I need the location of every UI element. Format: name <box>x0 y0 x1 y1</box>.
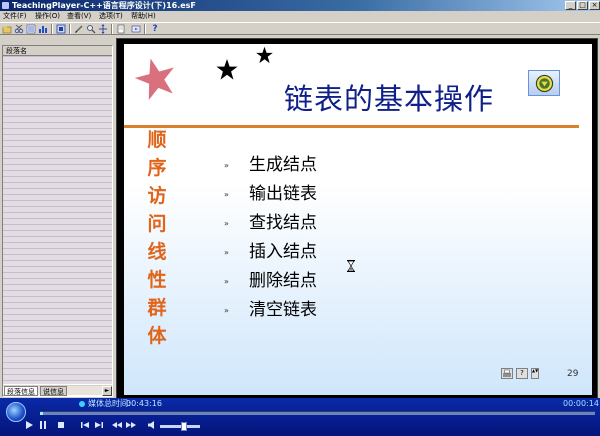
media-total-label: 媒体总时间: <box>88 399 131 408</box>
bullet-icon: » <box>224 277 229 286</box>
small-star-icon <box>216 58 238 80</box>
vertical-char: 线 <box>147 241 167 263</box>
small-star-icon <box>256 46 273 64</box>
progress-track[interactable] <box>40 411 595 415</box>
bullet-icon: » <box>224 219 229 228</box>
bullet-text: 删除结点 <box>249 271 317 291</box>
prev-icon[interactable] <box>80 420 90 430</box>
list-item: » 输出链表 <box>224 180 424 209</box>
speaker-icon[interactable] <box>147 420 157 430</box>
list-icon[interactable] <box>26 24 36 34</box>
window-title: TeachingPlayer-C++语言程序设计(下)16.esF <box>12 1 196 10</box>
open-icon[interactable] <box>2 24 12 34</box>
bullet-text: 查找结点 <box>249 213 317 233</box>
slide: 链表的基本操作 顺 序 访 问 线 性 群 体 » 生成结点 » 输出链表 » … <box>124 44 592 395</box>
menu-file[interactable]: 文件(F) <box>3 11 27 22</box>
vertical-char: 群 <box>147 297 167 319</box>
bullet-text: 生成结点 <box>249 155 317 175</box>
list-item: » 生成结点 <box>224 151 424 180</box>
panel-tabs: 段落信息 说信息 <box>2 386 113 397</box>
bullet-text: 清空链表 <box>249 300 317 320</box>
menu-options[interactable]: 选项(T) <box>99 11 123 22</box>
slide-viewport: 链表的基本操作 顺 序 访 问 线 性 群 体 » 生成结点 » 输出链表 » … <box>116 38 598 400</box>
doc-icon[interactable] <box>116 24 126 34</box>
vertical-char: 顺 <box>147 129 167 151</box>
volume-slider[interactable] <box>160 425 200 428</box>
vertical-char: 体 <box>147 325 167 347</box>
capture-icon[interactable] <box>56 24 66 34</box>
pen-icon[interactable] <box>74 24 84 34</box>
menu-operate[interactable]: 操作(O) <box>35 11 60 22</box>
vertical-char: 问 <box>147 213 167 235</box>
search-icon[interactable] <box>86 24 96 34</box>
toolbar: ? <box>0 22 600 35</box>
toolbar-separator <box>51 24 53 34</box>
large-star-icon <box>134 58 174 100</box>
close-button[interactable]: × <box>589 1 600 10</box>
rewind-icon[interactable] <box>112 420 122 430</box>
app-icon <box>2 2 9 9</box>
move-icon[interactable] <box>98 24 108 34</box>
hourglass-cursor-icon <box>347 260 355 272</box>
title-rule <box>124 125 579 128</box>
forward-icon[interactable] <box>126 420 136 430</box>
help-icon[interactable]: ? <box>150 24 160 34</box>
progress-fill <box>40 412 43 415</box>
tab-notes-info[interactable]: 说信息 <box>40 386 67 396</box>
export-icon[interactable] <box>131 24 141 34</box>
list-item: » 清空链表 <box>224 296 424 325</box>
maximize-button[interactable]: □ <box>577 1 588 10</box>
minimize-button[interactable]: _ <box>565 1 576 10</box>
page-number: 29 <box>567 369 579 379</box>
cut-icon[interactable] <box>14 24 24 34</box>
section-list-header: 段落名 <box>3 46 112 56</box>
list-item: » 查找结点 <box>224 209 424 238</box>
printer-icon[interactable] <box>501 368 513 379</box>
bullet-text: 输出链表 <box>249 184 317 204</box>
logo-badge <box>528 70 560 96</box>
player-bar: 媒体总时间: 00:43:16 00:00:14 <box>0 398 600 436</box>
stop-icon[interactable] <box>56 420 66 430</box>
list-item: » 插入结点 <box>224 238 424 267</box>
vertical-heading: 顺 序 访 问 线 性 群 体 <box>144 126 170 350</box>
section-list[interactable] <box>3 56 112 384</box>
help-box-icon[interactable]: ? <box>516 368 528 379</box>
list-item: » 删除结点 <box>224 267 424 296</box>
next-icon[interactable] <box>94 420 104 430</box>
toolbar-separator <box>69 24 71 34</box>
section-panel: 段落名 ◄ ► <box>2 45 113 397</box>
slide-title: 链表的基本操作 <box>284 82 495 116</box>
bullet-icon: » <box>224 248 229 257</box>
bullet-icon: » <box>224 306 229 315</box>
status-indicator-icon <box>79 401 85 407</box>
current-time: 00:00:14 <box>563 399 599 408</box>
vertical-char: 访 <box>147 185 167 207</box>
spin-icon[interactable]: ▲▼ <box>531 368 539 379</box>
menu-help[interactable]: 帮助(H) <box>131 11 156 22</box>
bullet-list: » 生成结点 » 输出链表 » 查找结点 » 插入结点 » 删除结点 » 清空链表 <box>224 151 424 325</box>
logo-emblem-icon <box>535 74 554 93</box>
play-icon[interactable] <box>24 420 34 430</box>
media-total-time: 00:43:16 <box>126 399 162 408</box>
player-logo-icon <box>6 402 26 422</box>
bullet-icon: » <box>224 161 229 170</box>
bullet-icon: » <box>224 190 229 199</box>
toolbar-separator <box>144 24 146 34</box>
vertical-char: 性 <box>147 269 167 291</box>
bars-icon[interactable] <box>38 24 48 34</box>
app-window: TeachingPlayer-C++语言程序设计(下)16.esF _ □ × … <box>0 0 600 436</box>
menu-bar: 文件(F) 操作(O) 查看(V) 选项(T) 帮助(H) <box>0 11 600 22</box>
bullet-text: 插入结点 <box>249 242 317 262</box>
pause-icon[interactable] <box>38 420 48 430</box>
vertical-char: 序 <box>147 157 167 179</box>
volume-knob[interactable] <box>181 422 187 431</box>
toolbar-separator <box>111 24 113 34</box>
menu-view[interactable]: 查看(V) <box>67 11 91 22</box>
title-bar: TeachingPlayer-C++语言程序设计(下)16.esF _ □ × <box>0 0 600 11</box>
tab-section-info[interactable]: 段落信息 <box>4 386 38 396</box>
